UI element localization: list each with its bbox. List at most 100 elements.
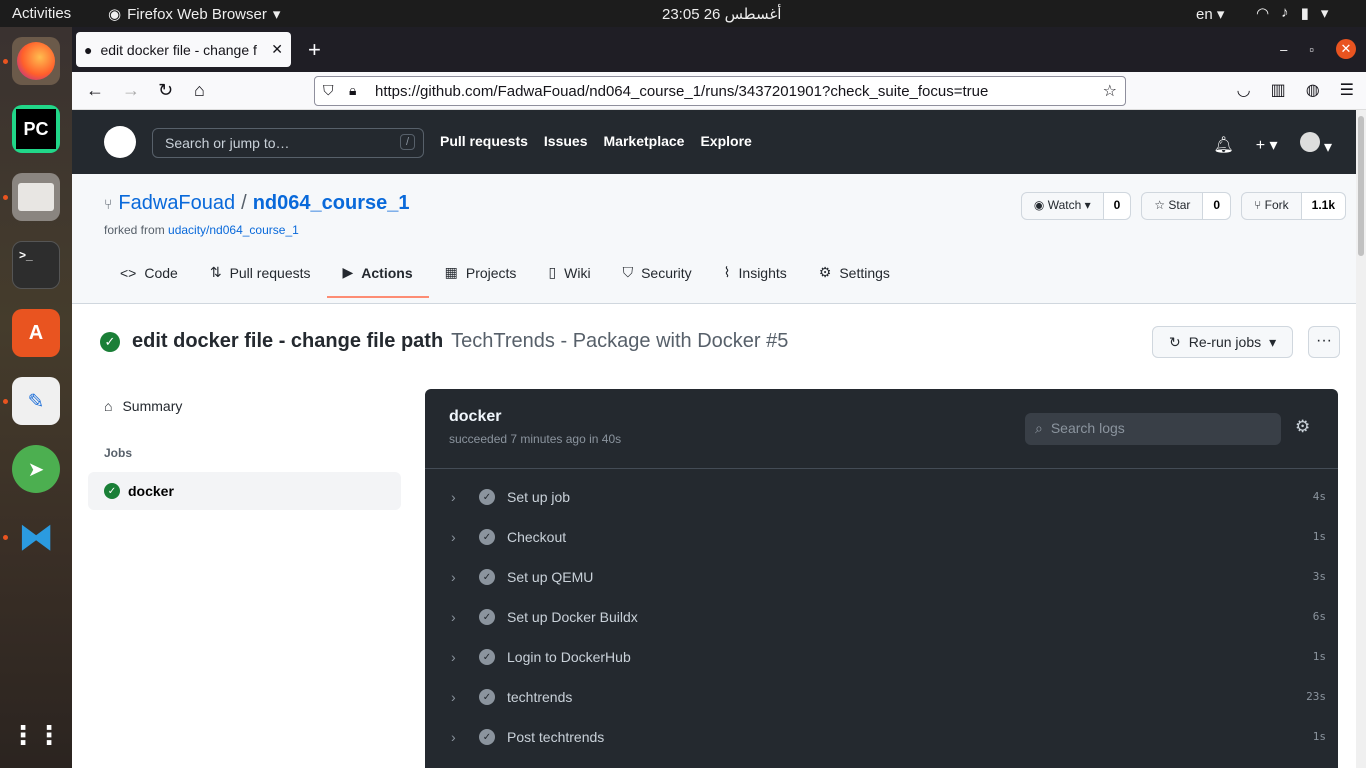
nav-bar: ← → ↻ ⌂ ⛉ 🔒︎ https://github.com/FadwaFou… <box>72 72 1366 110</box>
fork-icon: ⑂ <box>1254 198 1265 212</box>
step-row[interactable]: › ✓ Login to DockerHub 1s <box>425 637 1338 677</box>
fork-button[interactable]: ⑂ Fork 1.1k <box>1241 192 1346 220</box>
vscode-icon[interactable]: ⧓ <box>12 513 60 561</box>
watch-count[interactable]: 0 <box>1103 193 1131 219</box>
tab-pull-requests[interactable]: ⇅ Pull requests <box>210 264 311 297</box>
shield-icon: ⛉ <box>622 264 634 280</box>
search-shortcut-key: / <box>399 134 415 150</box>
lock-icon[interactable]: 🔒︎ <box>349 82 356 99</box>
tab-code[interactable]: <> Code <box>120 264 178 297</box>
wifi-icon: ◠ <box>1256 5 1270 22</box>
activities-button[interactable]: Activities <box>12 5 71 22</box>
shield-icon[interactable]: ⛉ <box>323 82 334 99</box>
search-logs-input[interactable]: ⌕ Search logs <box>1025 413 1281 445</box>
graph-icon: ⌇ <box>723 264 731 280</box>
more-options-button[interactable]: ··· <box>1308 326 1340 358</box>
home-button[interactable]: ⌂ <box>194 80 205 101</box>
log-pane: docker succeeded 7 minutes ago in 40s ⌕ … <box>425 389 1338 768</box>
tab-projects[interactable]: ▦ Projects <box>445 264 517 297</box>
search-icon: ⌕ <box>1035 420 1043 436</box>
star-label-wrap: ☆ Star <box>1142 193 1204 219</box>
create-new-icon[interactable]: + ▾ <box>1256 135 1278 155</box>
forked-from-label: forked from <box>104 223 169 237</box>
nav-pull-requests[interactable]: Pull requests <box>440 133 528 149</box>
new-tab-button[interactable]: + <box>308 37 321 63</box>
software-center-icon[interactable]: A <box>12 309 60 357</box>
log-settings-gear-icon[interactable]: ⚙ <box>1295 417 1310 437</box>
minimize-button[interactable]: – <box>1280 42 1287 57</box>
scrollbar-thumb[interactable] <box>1358 116 1364 256</box>
tab-security[interactable]: ⛉ Security <box>623 264 692 297</box>
step-row[interactable]: › ✓ Set up QEMU 3s <box>425 557 1338 597</box>
step-row[interactable]: › ✓ Checkout 1s <box>425 517 1338 557</box>
job-item-docker[interactable]: ✓ docker <box>88 472 401 510</box>
run-header: ✓ edit docker file - change file path Te… <box>100 330 788 353</box>
extension-icon[interactable]: ◍ <box>1306 80 1320 100</box>
language-indicator[interactable]: en ▾ <box>1196 5 1224 23</box>
terminal-icon[interactable]: >_ <box>12 241 60 289</box>
pycharm-icon[interactable]: PC <box>12 105 60 153</box>
menu-icon[interactable]: ☰ <box>1340 80 1354 100</box>
tab-insights[interactable]: ⌇ Insights <box>724 264 787 297</box>
files-icon[interactable] <box>12 173 60 221</box>
run-title: edit docker file - change file path <box>132 330 444 352</box>
nav-marketplace[interactable]: Marketplace <box>604 133 685 149</box>
summary-link[interactable]: ⌂ Summary <box>88 392 401 420</box>
star-button[interactable]: ☆ Star 0 <box>1141 192 1232 220</box>
step-duration: 1s <box>1312 650 1326 663</box>
nav-explore[interactable]: Explore <box>700 133 751 149</box>
clock[interactable]: 23:05 26 أغسطس <box>662 5 781 23</box>
page-scrollbar[interactable] <box>1356 110 1366 768</box>
job-label: docker <box>128 483 174 499</box>
repo-actions: ◉ Watch ▾ 0 ☆ Star 0 ⑂ Fork 1.1k <box>1020 192 1346 220</box>
notification-bell-icon[interactable]: 🔔︎ <box>1213 135 1233 155</box>
chevron-right-icon: › <box>451 649 456 665</box>
avatar-menu[interactable]: ▾ <box>1299 132 1332 157</box>
reader-icon[interactable]: ▥ <box>1271 80 1286 100</box>
step-row[interactable]: › ✓ Set up job 4s <box>425 477 1338 517</box>
step-duration: 3s <box>1312 570 1326 583</box>
firefox-icon[interactable] <box>12 37 60 85</box>
app-grid-icon[interactable]: ⋮⋮ <box>10 711 62 759</box>
tab-settings[interactable]: ⚙ Settings <box>819 264 890 297</box>
chevron-down-icon: ▾ <box>1269 333 1277 350</box>
url-bar[interactable]: ⛉ 🔒︎ https://github.com/FadwaFouad/nd064… <box>314 76 1126 106</box>
tab-wiki[interactable]: ▯ Wiki <box>548 264 590 297</box>
reload-button[interactable]: ↻ <box>158 80 173 101</box>
step-check-icon: ✓ <box>479 609 495 625</box>
bookmark-star-icon[interactable]: ☆ <box>1103 81 1117 101</box>
app-menu[interactable]: ◉ Firefox Web Browser ▾ <box>108 5 280 24</box>
chevron-right-icon: › <box>451 729 456 745</box>
watch-button[interactable]: ◉ Watch ▾ 0 <box>1020 192 1132 220</box>
step-row[interactable]: › ✓ Set up Docker Buildx 6s <box>425 597 1338 637</box>
send-icon[interactable]: ➤ <box>12 445 60 493</box>
step-row[interactable]: › ✓ Post techtrends 1s <box>425 717 1338 757</box>
play-icon: ▶ <box>342 264 354 280</box>
close-window-button[interactable]: ✕ <box>1336 39 1356 59</box>
text-editor-icon[interactable]: ✎ <box>12 377 60 425</box>
forward-button[interactable]: → <box>122 80 140 101</box>
rerun-jobs-button[interactable]: ↻ Re-run jobs ▾ <box>1152 326 1294 358</box>
repo-forked-icon: ⑂ <box>104 195 113 212</box>
github-logo-icon[interactable] <box>104 126 136 158</box>
forked-from-link[interactable]: udacity/nd064_course_1 <box>168 223 299 237</box>
gear-icon: ⚙ <box>818 264 832 280</box>
watch-label-wrap: ◉ Watch ▾ <box>1022 193 1104 219</box>
close-tab-icon[interactable]: ✕ <box>271 41 283 58</box>
step-row[interactable]: › ✓ techtrends 23s <box>425 677 1338 717</box>
chevron-right-icon: › <box>451 689 456 705</box>
star-count[interactable]: 0 <box>1203 193 1231 219</box>
system-tray[interactable]: ◠ ♪ ▮ ▾ <box>1256 4 1328 22</box>
tab-actions[interactable]: ▶ Actions <box>326 264 429 298</box>
fork-count[interactable]: 1.1k <box>1301 193 1345 219</box>
star-icon: ☆ <box>1154 198 1169 212</box>
repo-name-link[interactable]: nd064_course_1 <box>253 192 410 215</box>
repo-owner-link[interactable]: FadwaFouad <box>118 192 235 215</box>
tab-insights-label: Insights <box>738 264 787 281</box>
back-button[interactable]: ← <box>86 80 104 101</box>
maximize-button[interactable]: ▫ <box>1309 42 1314 57</box>
search-input[interactable]: Search or jump to… / <box>152 128 424 158</box>
browser-tab[interactable]: ● edit docker file - change f ✕ <box>76 32 291 67</box>
pocket-icon[interactable]: ◡ <box>1237 80 1251 100</box>
nav-issues[interactable]: Issues <box>544 133 588 149</box>
